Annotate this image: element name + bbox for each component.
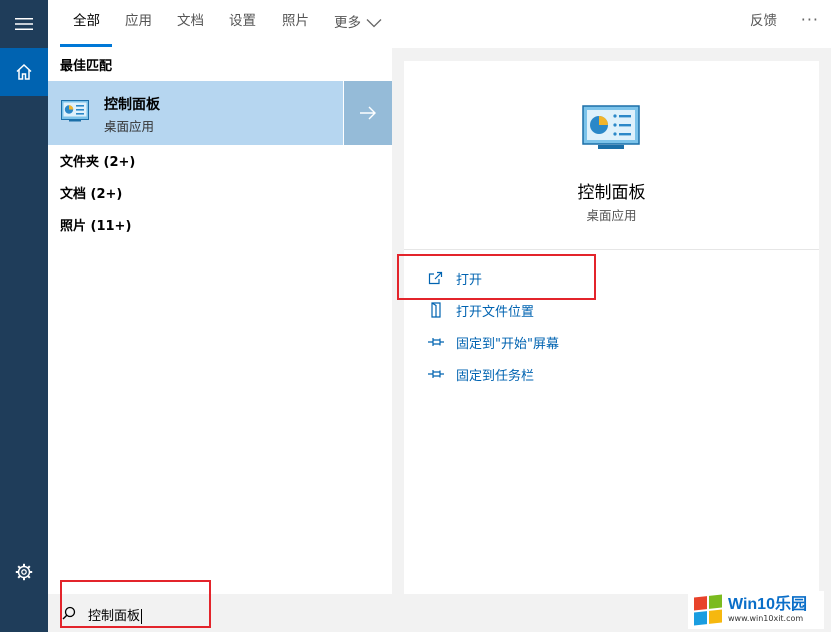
watermark: Win10乐园 www.win10xit.com	[688, 591, 824, 629]
divider	[404, 249, 819, 250]
gear-icon	[15, 563, 33, 581]
category-documents[interactable]: 文档 (2+)	[60, 183, 122, 202]
highlight-open-box	[397, 254, 596, 300]
best-match-heading: 最佳匹配	[60, 59, 113, 74]
windows-logo-icon	[694, 594, 722, 626]
tab-settings[interactable]: 设置	[229, 0, 256, 45]
results-pane: 最佳匹配 控制面板 桌面应用 文件夹 (2+) 文档 (2+) 照片 (11+)	[48, 48, 392, 594]
detail-subtitle: 桌面应用	[586, 208, 637, 223]
category-folders[interactable]: 文件夹 (2+)	[60, 151, 135, 170]
tab-documents[interactable]: 文档	[177, 0, 204, 45]
highlight-search-box	[60, 580, 211, 628]
action-pin-start[interactable]: 固定到"开始"屏幕	[426, 331, 559, 353]
settings-button[interactable]	[0, 548, 48, 596]
detail-title: 控制面板	[577, 183, 646, 203]
tab-photos[interactable]: 照片	[282, 0, 309, 45]
best-match-name: 控制面板	[104, 97, 160, 113]
chevron-down-icon	[366, 18, 382, 27]
home-button[interactable]	[0, 48, 48, 96]
action-pin-taskbar-label: 固定到任务栏	[456, 368, 535, 384]
detail-pane: 控制面板 桌面应用 打开 打开文件位置 固定到"开始"屏幕 固定到任务栏	[404, 61, 819, 594]
tab-apps[interactable]: 应用	[125, 0, 152, 45]
filter-tabs-bar: 全部 应用 文档 设置 照片 更多 反馈 ···	[48, 0, 831, 48]
menu-button[interactable]	[0, 0, 48, 48]
active-tab-indicator	[60, 44, 112, 47]
watermark-url: www.win10xit.com	[728, 614, 804, 623]
action-pin-taskbar[interactable]: 固定到任务栏	[426, 363, 534, 385]
arrow-right-icon	[360, 106, 376, 120]
control-panel-icon	[582, 105, 640, 155]
pin-icon	[426, 368, 446, 380]
side-rail	[0, 0, 48, 632]
hamburger-icon	[15, 18, 33, 30]
home-icon	[16, 63, 32, 80]
best-match-type: 桌面应用	[104, 119, 155, 134]
watermark-brand: Win10乐园	[728, 596, 807, 613]
category-photos[interactable]: 照片 (11+)	[60, 215, 131, 234]
tab-all[interactable]: 全部	[73, 0, 100, 45]
feedback-button[interactable]: 反馈	[750, 0, 777, 42]
pin-icon	[426, 336, 446, 348]
action-pin-start-label: 固定到"开始"屏幕	[456, 336, 559, 352]
tab-more[interactable]: 更多	[334, 0, 382, 45]
action-open-file-location-label: 打开文件位置	[456, 304, 535, 320]
best-match-item[interactable]: 控制面板 桌面应用	[48, 81, 343, 145]
more-options-button[interactable]: ···	[801, 0, 819, 40]
file-location-icon	[426, 302, 446, 318]
expand-details-button[interactable]	[344, 81, 392, 145]
action-open-file-location[interactable]: 打开文件位置	[426, 299, 534, 321]
control-panel-icon	[61, 100, 89, 126]
tab-more-label: 更多	[334, 14, 361, 31]
